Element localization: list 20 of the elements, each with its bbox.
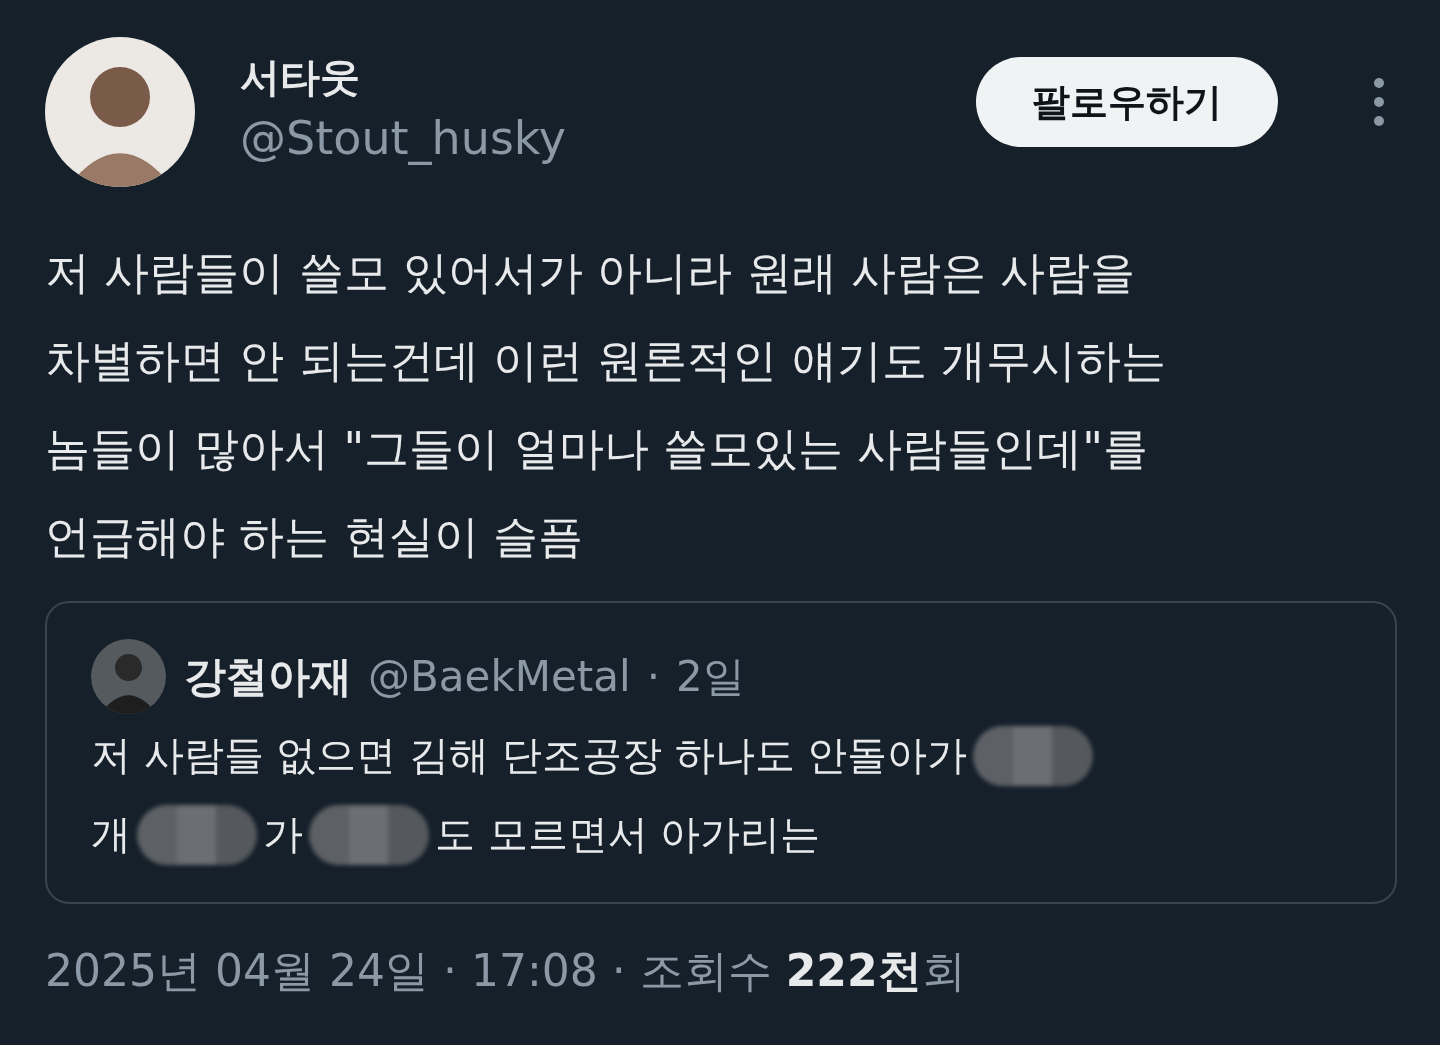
author-name[interactable]: 서타웃 (240, 49, 931, 105)
separator: · (611, 945, 626, 996)
more-icon[interactable] (1373, 77, 1385, 127)
post-time[interactable]: 17:08 (470, 945, 598, 996)
views-label: 조회수 (639, 944, 772, 998)
tweet-text: 저 사람들이 쓸모 있어서가 아니라 원래 사람은 사람을 차별하면 안 되는건데 이런 원론적인 얘기도 개무시하는 놈들이 많아서 "그들이 얼마나 쓸모있는 사람들인데"를 언급해야 하는 현실이 슬픔 (45, 245, 1167, 565)
separator: · (646, 652, 661, 701)
post-date[interactable]: 2025년 04월 24일 (45, 942, 429, 1001)
quote-text: 도 모르면서 아가리는 (435, 810, 821, 859)
author-name[interactable]: 강철아재 (184, 648, 352, 705)
post-time[interactable]: 2일 (676, 648, 745, 705)
views-count: 222천 (785, 945, 922, 996)
author-handle[interactable]: @Stout_husky (240, 110, 931, 165)
separator: · (442, 945, 457, 996)
views-unit: 회 (921, 945, 966, 996)
author-handle[interactable]: @BaekMetal (368, 652, 631, 701)
follow-button[interactable]: 팔로우하기 (976, 57, 1278, 147)
quote-text: 개 (91, 810, 131, 859)
quote-text: 저 사람들 없으면 김해 단조공장 하나도 안돌아가 (91, 731, 968, 780)
quote-text: 가 (263, 810, 303, 859)
